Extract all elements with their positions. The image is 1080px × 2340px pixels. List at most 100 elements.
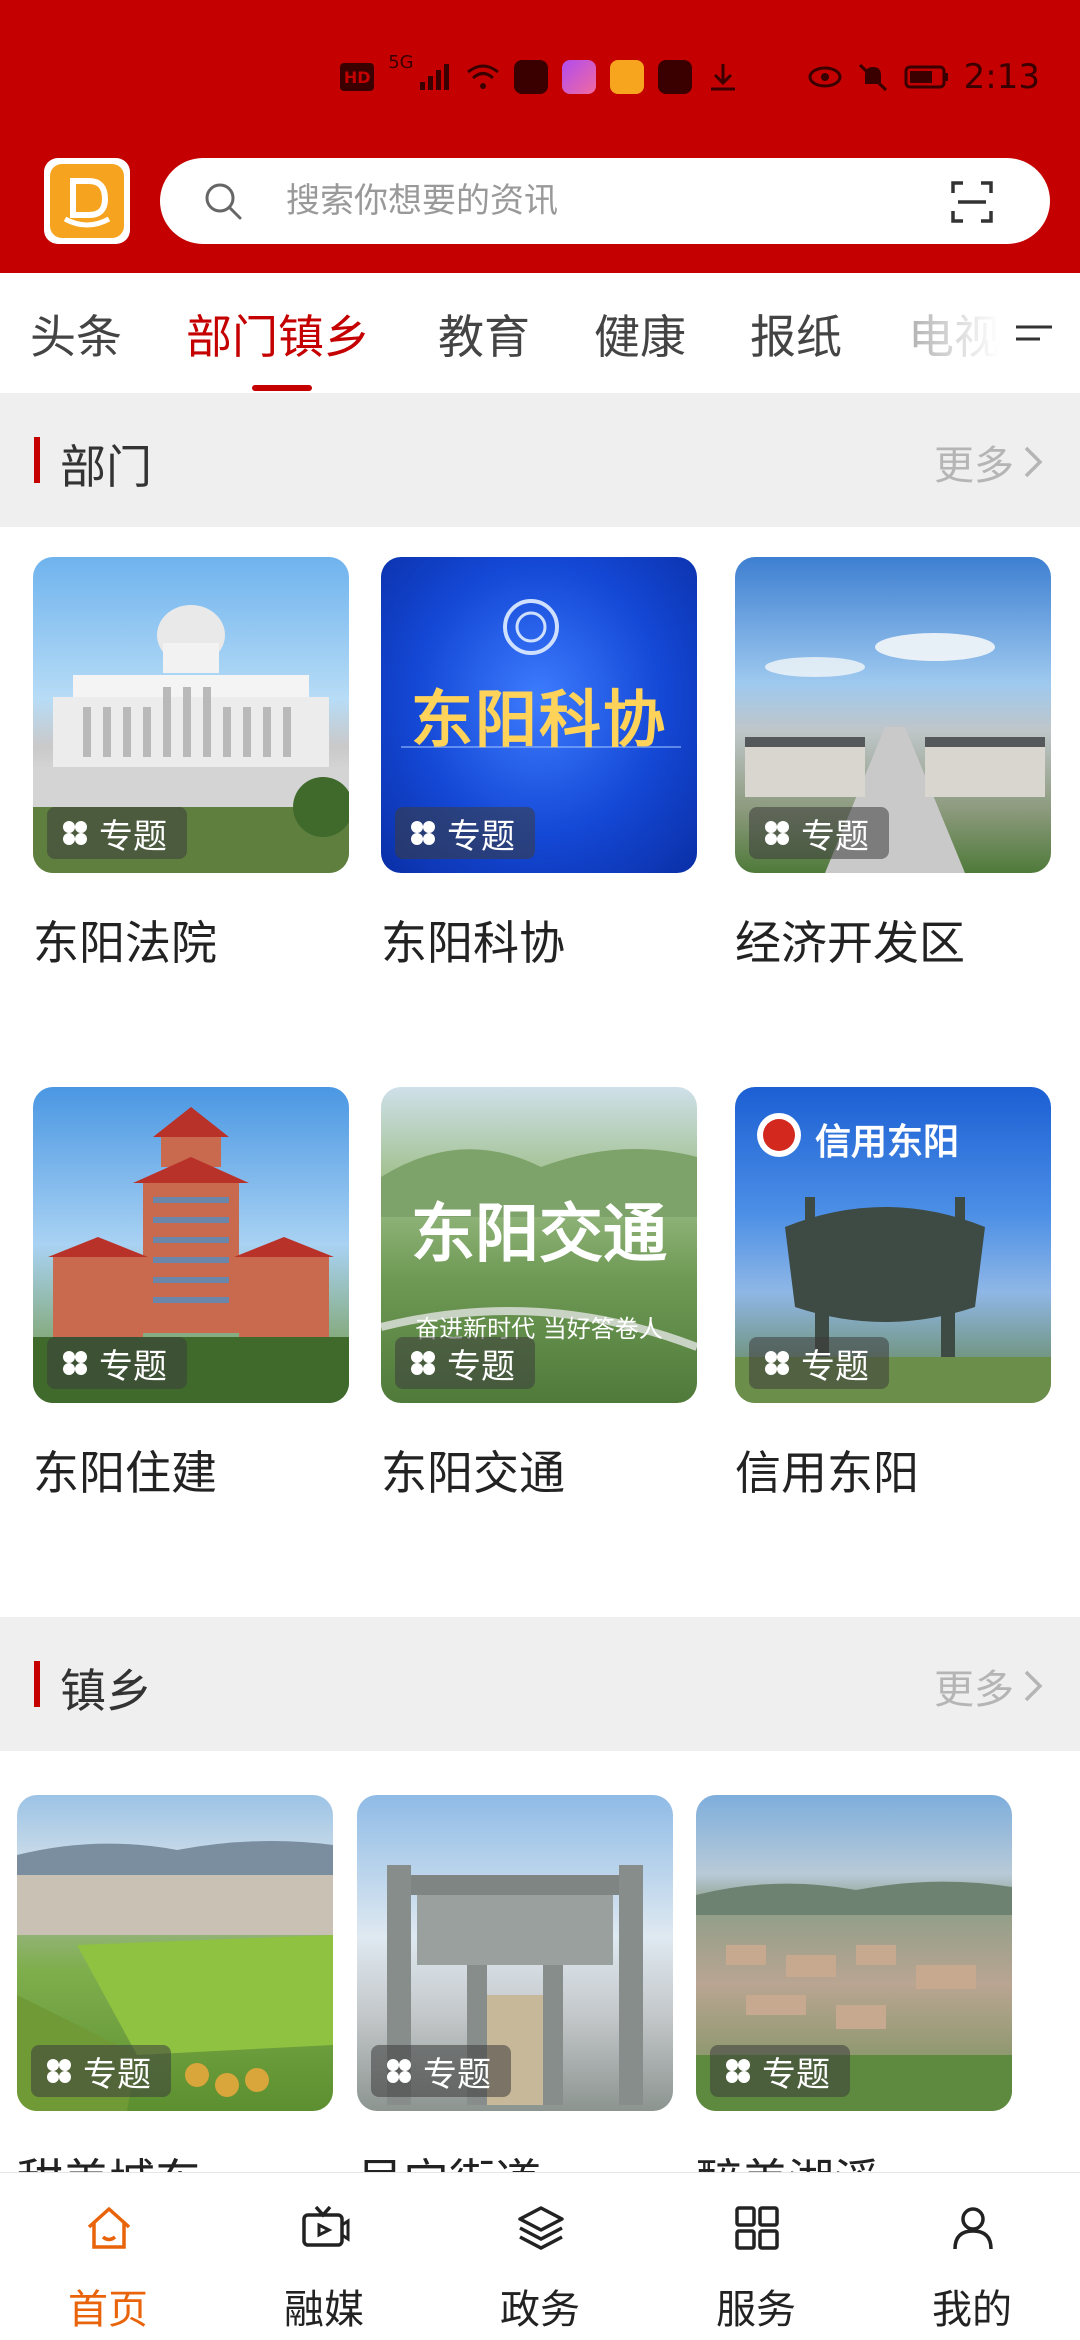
topic-icon bbox=[765, 1351, 789, 1375]
topic-badge: 专题 bbox=[47, 807, 187, 859]
section-title: 部门 bbox=[60, 440, 152, 494]
badge-label: 专题 bbox=[801, 816, 869, 857]
more-link[interactable]: 更多 bbox=[934, 433, 1044, 491]
nav-label: 我的 bbox=[932, 2287, 1012, 2333]
card-title: 东阳法院 bbox=[33, 916, 217, 970]
card-image: 专题 bbox=[696, 1795, 1012, 2111]
bottom-navigation: 首页 融媒 政务 服务 我的 bbox=[0, 2172, 1080, 2340]
topic-icon bbox=[411, 1351, 435, 1375]
badge-label: 专题 bbox=[83, 2054, 151, 2095]
card-title: 经济开发区 bbox=[735, 916, 965, 970]
eye-icon bbox=[808, 66, 842, 88]
topic-badge: 专题 bbox=[31, 2045, 171, 2097]
battery-icon bbox=[904, 65, 948, 89]
layers-icon bbox=[518, 2206, 564, 2250]
nav-profile[interactable]: 我的 bbox=[864, 2173, 1080, 2340]
banner-text: 信用东阳 bbox=[815, 1122, 960, 1163]
card-image: 东阳科协 专题 bbox=[381, 557, 697, 873]
topic-badge: 专题 bbox=[710, 2045, 850, 2097]
card-image: 专题 bbox=[33, 1087, 349, 1403]
card-image: 信用东阳 专题 bbox=[735, 1087, 1051, 1403]
topic-badge: 专题 bbox=[395, 1337, 535, 1389]
topic-badge: 专题 bbox=[395, 807, 535, 859]
active-tab-indicator bbox=[252, 385, 312, 391]
section-accent-bar bbox=[34, 437, 40, 483]
topic-card-dev-zone[interactable]: 专题 经济开发区 bbox=[735, 557, 1051, 973]
tab-menu-icon[interactable] bbox=[1014, 313, 1054, 353]
topic-card-wuning[interactable]: 专题 吴宁街道 bbox=[357, 1795, 673, 2211]
mute-bell-icon bbox=[858, 63, 887, 92]
mail-app-icon bbox=[513, 60, 548, 94]
banner-text: 东阳交通 bbox=[411, 1198, 667, 1272]
topic-icon bbox=[411, 821, 435, 845]
card-image: 专题 bbox=[735, 557, 1051, 873]
search-bar[interactable]: 搜索你想要的资讯 bbox=[160, 158, 1050, 244]
nav-label: 政务 bbox=[500, 2287, 580, 2333]
topic-card-science[interactable]: 东阳科协 专题 东阳科协 bbox=[381, 557, 697, 973]
topic-card-chengdong[interactable]: 专题 甜美城东 bbox=[17, 1795, 333, 2211]
section-header-departments: 部门 更多 bbox=[0, 393, 1080, 527]
app-header: HD 5G 2:13 搜索你想要的资讯 bbox=[0, 0, 1080, 273]
nav-label: 首页 bbox=[68, 2287, 148, 2333]
topic-card-credit[interactable]: 信用东阳 专题 信用东阳 bbox=[735, 1087, 1051, 1503]
cellular-signal-icon bbox=[419, 64, 449, 90]
card-title: 东阳科协 bbox=[381, 916, 565, 970]
nav-label: 服务 bbox=[716, 2287, 796, 2333]
tab-education[interactable]: 教育 bbox=[438, 301, 530, 367]
info-app-icon bbox=[561, 60, 596, 94]
badge-label: 专题 bbox=[447, 816, 515, 857]
wifi-icon bbox=[466, 64, 499, 89]
app-logo[interactable] bbox=[44, 158, 130, 244]
grid-icon bbox=[735, 2206, 779, 2250]
nav-label: 融媒 bbox=[284, 2287, 364, 2333]
topic-icon bbox=[387, 2059, 411, 2083]
badge-label: 专题 bbox=[423, 2054, 491, 2095]
coffee-app-icon bbox=[609, 60, 644, 94]
topic-card-transport[interactable]: 东阳交通 奋进新时代 当好答卷人 专题 东阳交通 bbox=[381, 1087, 697, 1503]
topic-icon bbox=[726, 2059, 750, 2083]
nav-government[interactable]: 政务 bbox=[432, 2173, 648, 2340]
badge-label: 专题 bbox=[99, 816, 167, 857]
signal-label: 5G bbox=[388, 52, 414, 73]
upload-app-icon bbox=[657, 60, 692, 94]
topic-card-housing[interactable]: 专题 东阳住建 bbox=[33, 1087, 349, 1503]
tab-health[interactable]: 健康 bbox=[594, 301, 686, 367]
user-icon bbox=[953, 2207, 993, 2250]
search-icon bbox=[205, 183, 242, 220]
topic-card-court[interactable]: 专题 东阳法院 bbox=[33, 557, 349, 973]
topic-badge: 专题 bbox=[749, 807, 889, 859]
topic-icon bbox=[63, 1351, 87, 1375]
topic-icon bbox=[63, 821, 87, 845]
banner-text: 东阳科协 bbox=[410, 683, 667, 756]
topic-badge: 专题 bbox=[749, 1337, 889, 1389]
section-accent-bar bbox=[34, 1661, 40, 1707]
more-label: 更多 bbox=[934, 1667, 1014, 1713]
nav-home[interactable]: 首页 bbox=[0, 2173, 216, 2340]
nav-media[interactable]: 融媒 bbox=[216, 2173, 432, 2340]
chevron-right-icon bbox=[1024, 446, 1043, 478]
scan-icon[interactable] bbox=[950, 180, 994, 224]
card-image: 专题 bbox=[357, 1795, 673, 2111]
topic-card-huxi[interactable]: 专题 醉美湖溪 bbox=[696, 1795, 1012, 2211]
topic-badge: 专题 bbox=[371, 2045, 511, 2097]
topic-icon bbox=[765, 821, 789, 845]
logo-mark-icon bbox=[63, 178, 111, 228]
section-title: 镇乡 bbox=[60, 1664, 152, 1718]
more-link[interactable]: 更多 bbox=[934, 1657, 1044, 1715]
download-icon bbox=[710, 64, 735, 91]
nav-services[interactable]: 服务 bbox=[648, 2173, 864, 2340]
badge-label: 专题 bbox=[801, 1346, 869, 1387]
tab-headline[interactable]: 头条 bbox=[30, 301, 122, 367]
card-title: 东阳交通 bbox=[381, 1446, 565, 1500]
search-placeholder: 搜索你想要的资讯 bbox=[286, 181, 558, 221]
badge-label: 专题 bbox=[447, 1346, 515, 1387]
tab-departments-towns[interactable]: 部门镇乡 bbox=[186, 301, 370, 367]
home-icon bbox=[87, 2207, 131, 2249]
card-image: 专题 bbox=[33, 557, 349, 873]
category-tabs: 头条 部门镇乡 教育 健康 报纸 电视 bbox=[0, 273, 1080, 393]
card-image: 东阳交通 奋进新时代 当好答卷人 专题 bbox=[381, 1087, 697, 1403]
card-title: 信用东阳 bbox=[735, 1446, 919, 1500]
tv-icon bbox=[302, 2205, 350, 2247]
tab-newspaper[interactable]: 报纸 bbox=[750, 301, 842, 367]
badge-label: 专题 bbox=[99, 1346, 167, 1387]
